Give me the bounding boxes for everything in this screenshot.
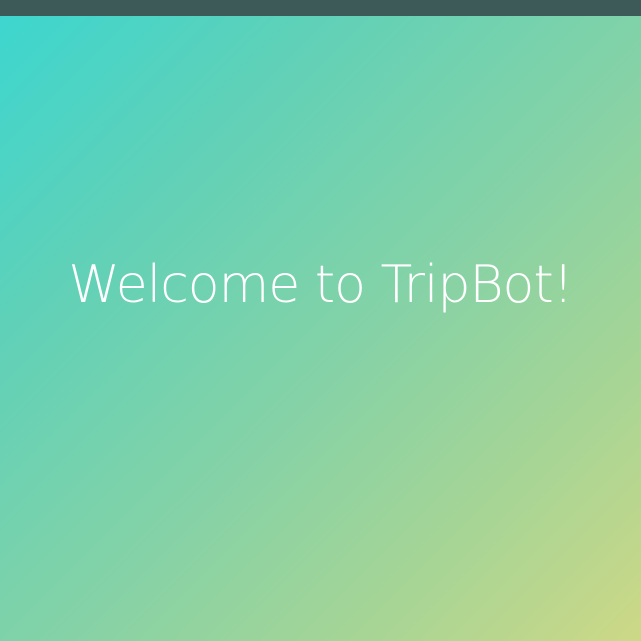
top-bar: [0, 0, 641, 16]
welcome-screen: Welcome to TripBot!: [0, 16, 641, 641]
welcome-title: Welcome to TripBot!: [68, 255, 573, 315]
